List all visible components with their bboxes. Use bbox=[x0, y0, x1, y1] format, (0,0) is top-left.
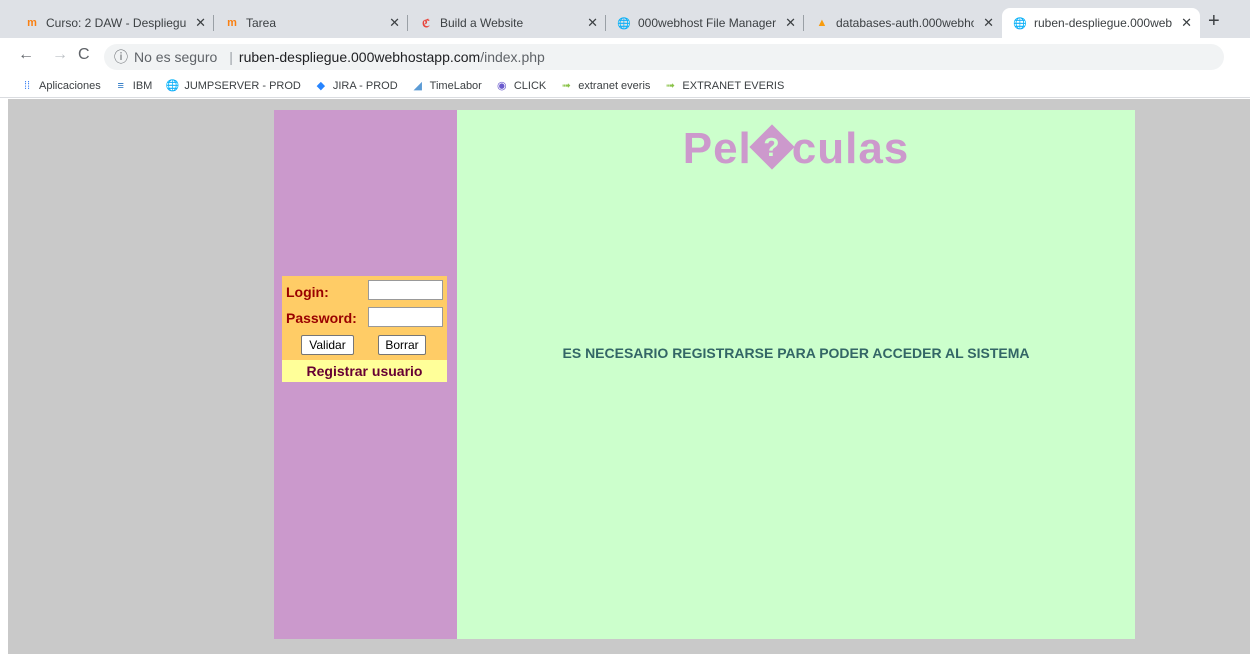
address-path[interactable]: /index.php bbox=[480, 49, 545, 65]
bookmark-label: JIRA - PROD bbox=[332, 79, 398, 92]
bookmark-label: EXTRANET EVERIS bbox=[682, 79, 785, 92]
ibm-icon: ≡ bbox=[117, 79, 124, 92]
bookmark-label: CLICK bbox=[513, 79, 547, 92]
bookmark-click[interactable]: ◉ CLICK bbox=[495, 79, 546, 93]
security-status[interactable]: No es seguro bbox=[134, 49, 217, 65]
everis-icon: ➟ bbox=[665, 79, 676, 92]
page-title: Pel? culas bbox=[457, 124, 1135, 174]
broken-glyph-icon: ? bbox=[749, 124, 795, 171]
title-end: culas bbox=[791, 124, 910, 173]
tab-title: Tarea bbox=[246, 16, 277, 30]
bookmark-label: Aplicaciones bbox=[39, 79, 101, 92]
forward-icon[interactable]: → bbox=[52, 46, 68, 64]
bookmark-extranet-everis-upper[interactable]: ➟ EXTRANET EVERIS bbox=[663, 79, 785, 93]
close-icon[interactable]: ✕ bbox=[389, 15, 400, 31]
title-start: Pel bbox=[682, 124, 752, 173]
main-content: Pel? culas ES NECESARIO REGISTRARSE PARA … bbox=[457, 110, 1135, 639]
bookmark-jumpserver[interactable]: 🌐 JUMPSERVER - PROD bbox=[165, 79, 301, 93]
access-required-message: ES NECESARIO REGISTRARSE PARA PODER ACCE… bbox=[562, 345, 1030, 361]
clear-button[interactable]: Borrar bbox=[378, 335, 426, 355]
password-label: Password: bbox=[286, 310, 357, 326]
login-input[interactable] bbox=[368, 280, 443, 300]
tab-strip: m Curso: 2 DAW - Despliegue d ✕ m Tarea … bbox=[0, 0, 1250, 38]
click-icon: ◉ bbox=[497, 79, 507, 92]
close-icon[interactable]: ✕ bbox=[587, 15, 598, 31]
tab-title: databases-auth.000webhost bbox=[836, 16, 974, 30]
globe-icon: 🌐 bbox=[165, 79, 180, 92]
bookmark-label: TimeLabor bbox=[429, 79, 482, 92]
address-host[interactable]: ruben-despliegue.000webhostapp.com bbox=[239, 49, 480, 65]
register-user-link[interactable]: Registrar usuario bbox=[282, 360, 447, 382]
globe-icon: 🌐 bbox=[617, 17, 631, 30]
moodle-icon: m bbox=[227, 17, 237, 29]
tab-title: Curso: 2 DAW - Despliegue d bbox=[46, 16, 186, 30]
builder-icon: ℭ bbox=[422, 17, 430, 30]
tab-curso[interactable]: m Curso: 2 DAW - Despliegue d ✕ bbox=[14, 8, 214, 38]
tab-databases-auth[interactable]: ▲ databases-auth.000webhost ✕ bbox=[804, 8, 1002, 38]
tab-title: Build a Website bbox=[440, 16, 524, 30]
tab-title: ruben-despliegue.000webho bbox=[1034, 16, 1172, 30]
bookmark-jira[interactable]: ◆ JIRA - PROD bbox=[314, 79, 398, 93]
jira-icon: ◆ bbox=[316, 79, 326, 92]
bookmark-label: JUMPSERVER - PROD bbox=[184, 79, 301, 92]
bookmark-label: IBM bbox=[132, 79, 153, 92]
globe-icon: 🌐 bbox=[1013, 17, 1027, 30]
tab-title: 000webhost File Manager bbox=[638, 16, 776, 30]
tab-file-manager[interactable]: 🌐 000webhost File Manager ✕ bbox=[606, 8, 804, 38]
close-icon[interactable]: ✕ bbox=[195, 15, 206, 31]
info-icon[interactable]: ⓘ bbox=[114, 47, 128, 67]
back-icon[interactable]: ← bbox=[18, 46, 34, 64]
tab-ruben-despliegue[interactable]: 🌐 ruben-despliegue.000webho ✕ bbox=[1002, 8, 1200, 38]
everis-icon: ➟ bbox=[561, 79, 571, 92]
validate-button[interactable]: Validar bbox=[301, 335, 354, 355]
moodle-icon: m bbox=[27, 17, 37, 29]
tab-tarea[interactable]: m Tarea ✕ bbox=[214, 8, 408, 38]
phpmyadmin-icon: ▲ bbox=[816, 17, 828, 29]
close-icon[interactable]: ✕ bbox=[1181, 15, 1192, 31]
bookmark-ibm[interactable]: ≡ IBM bbox=[114, 79, 153, 93]
reload-icon[interactable]: C bbox=[78, 46, 90, 64]
close-icon[interactable]: ✕ bbox=[983, 15, 994, 31]
bookmark-label: extranet everis bbox=[578, 79, 651, 92]
bookmarks-bar: ⁞⁞ Aplicaciones ≡ IBM 🌐 JUMPSERVER - PRO… bbox=[0, 74, 1250, 98]
login-label: Login: bbox=[286, 284, 329, 300]
timelabor-icon: ◢ bbox=[413, 79, 422, 92]
address-bar[interactable]: ⓘ No es seguro | ruben-despliegue.000web… bbox=[104, 44, 1224, 70]
bookmark-timelabor[interactable]: ◢ TimeLabor bbox=[411, 79, 482, 93]
bookmark-apps[interactable]: ⁞⁞ Aplicaciones bbox=[20, 79, 101, 93]
password-input[interactable] bbox=[368, 307, 443, 327]
bookmark-extranet-everis[interactable]: ➟ extranet everis bbox=[559, 79, 651, 93]
address-separator: | bbox=[229, 49, 233, 65]
tab-build-website[interactable]: ℭ Build a Website ✕ bbox=[408, 8, 606, 38]
close-icon[interactable]: ✕ bbox=[785, 15, 796, 31]
new-tab-icon[interactable]: + bbox=[1208, 10, 1220, 33]
apps-grid-icon: ⁞⁞ bbox=[23, 79, 31, 92]
broken-glyph-char: ? bbox=[763, 132, 781, 163]
login-form: Login: Password: Validar Borrar Registra… bbox=[282, 276, 447, 382]
